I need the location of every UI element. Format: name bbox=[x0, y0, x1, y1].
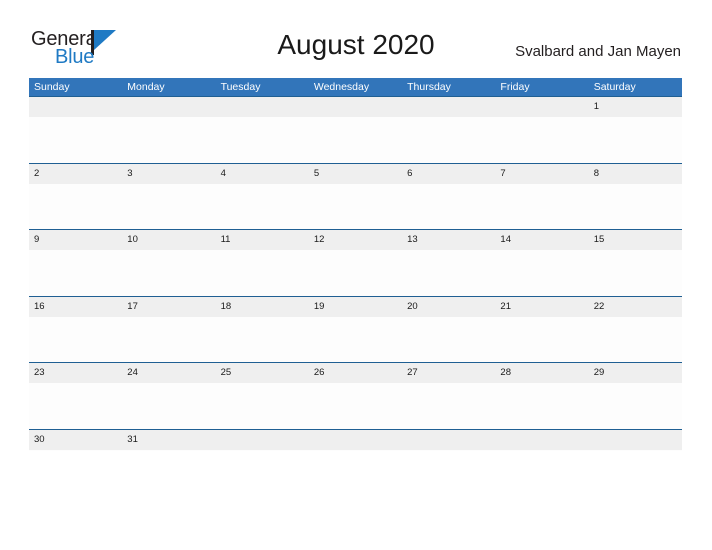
day-cell[interactable]: 5 bbox=[309, 164, 402, 184]
week-row: 2 3 4 5 6 7 8 bbox=[29, 162, 682, 230]
weekday-saturday: Saturday bbox=[593, 81, 636, 93]
day-cell[interactable]: 16 bbox=[29, 297, 122, 317]
week-row: 1 bbox=[29, 96, 682, 163]
day-cell[interactable]: 26 bbox=[309, 363, 402, 383]
day-cell[interactable]: 18 bbox=[216, 297, 309, 317]
week-row: 30 31 bbox=[29, 428, 682, 451]
day-cell[interactable]: 20 bbox=[402, 297, 495, 317]
day-cell[interactable]: 1 bbox=[589, 97, 682, 117]
day-cell[interactable]: 3 bbox=[122, 164, 215, 184]
day-cell[interactable]: 11 bbox=[216, 230, 309, 250]
day-cell[interactable]: 14 bbox=[495, 230, 588, 250]
day-cell[interactable]: 29 bbox=[589, 363, 682, 383]
day-cell[interactable]: 19 bbox=[309, 297, 402, 317]
week-row: 23 24 25 26 27 28 29 bbox=[29, 362, 682, 429]
day-cell[interactable]: 25 bbox=[216, 363, 309, 383]
day-cell[interactable]: 22 bbox=[589, 297, 682, 317]
week-day-numbers: 2 3 4 5 6 7 8 bbox=[29, 163, 682, 184]
weekday-header-row: Sunday Monday Tuesday Wednesday Thursday… bbox=[29, 78, 682, 96]
day-cell[interactable] bbox=[216, 97, 309, 117]
day-cell[interactable]: 21 bbox=[495, 297, 588, 317]
page-header: General Blue August 2020 Svalbard and Ja… bbox=[0, 0, 712, 78]
weekday-monday: Monday bbox=[127, 81, 165, 93]
weekday-friday: Friday bbox=[500, 81, 530, 93]
day-cell[interactable]: 12 bbox=[309, 230, 402, 250]
week-day-numbers: 16 17 18 19 20 21 22 bbox=[29, 296, 682, 317]
calendar-grid: Sunday Monday Tuesday Wednesday Thursday… bbox=[29, 78, 682, 451]
day-cell[interactable]: 7 bbox=[495, 164, 588, 184]
day-cell[interactable] bbox=[122, 97, 215, 117]
week-note-area[interactable] bbox=[29, 383, 682, 429]
day-cell[interactable]: 4 bbox=[216, 164, 309, 184]
day-cell[interactable] bbox=[495, 97, 588, 117]
week-note-area[interactable] bbox=[29, 183, 682, 229]
week-note-area[interactable] bbox=[29, 316, 682, 362]
week-day-numbers: 1 bbox=[29, 97, 682, 117]
day-cell[interactable]: 13 bbox=[402, 230, 495, 250]
day-cell[interactable] bbox=[216, 430, 309, 450]
day-cell[interactable] bbox=[589, 430, 682, 450]
week-day-numbers: 9 10 11 12 13 14 15 bbox=[29, 230, 682, 251]
weekday-thursday: Thursday bbox=[407, 81, 451, 93]
day-cell[interactable] bbox=[309, 430, 402, 450]
day-cell[interactable] bbox=[309, 97, 402, 117]
day-cell[interactable]: 28 bbox=[495, 363, 588, 383]
week-row: 16 17 18 19 20 21 22 bbox=[29, 295, 682, 363]
day-cell[interactable]: 10 bbox=[122, 230, 215, 250]
week-note-area[interactable] bbox=[29, 250, 682, 296]
day-cell[interactable]: 15 bbox=[589, 230, 682, 250]
day-cell[interactable] bbox=[495, 430, 588, 450]
day-cell[interactable]: 30 bbox=[29, 430, 122, 450]
calendar-page: General Blue August 2020 Svalbard and Ja… bbox=[0, 0, 712, 550]
day-cell[interactable]: 27 bbox=[402, 363, 495, 383]
day-cell[interactable]: 31 bbox=[122, 430, 215, 450]
week-day-numbers: 23 24 25 26 27 28 29 bbox=[29, 363, 682, 384]
week-row: 9 10 11 12 13 14 15 bbox=[29, 229, 682, 296]
day-cell[interactable] bbox=[402, 97, 495, 117]
week-day-numbers: 30 31 bbox=[29, 429, 682, 450]
week-note-area[interactable] bbox=[29, 117, 682, 162]
weekday-sunday: Sunday bbox=[34, 81, 70, 93]
day-cell[interactable]: 2 bbox=[29, 164, 122, 184]
day-cell[interactable]: 6 bbox=[402, 164, 495, 184]
day-cell[interactable] bbox=[29, 97, 122, 117]
day-cell[interactable]: 8 bbox=[589, 164, 682, 184]
day-cell[interactable]: 23 bbox=[29, 363, 122, 383]
weekday-tuesday: Tuesday bbox=[220, 81, 261, 93]
locale-label: Svalbard and Jan Mayen bbox=[515, 43, 681, 60]
day-cell[interactable]: 24 bbox=[122, 363, 215, 383]
day-cell[interactable] bbox=[402, 430, 495, 450]
day-cell[interactable]: 9 bbox=[29, 230, 122, 250]
day-cell[interactable]: 17 bbox=[122, 297, 215, 317]
weekday-wednesday: Wednesday bbox=[313, 81, 370, 93]
